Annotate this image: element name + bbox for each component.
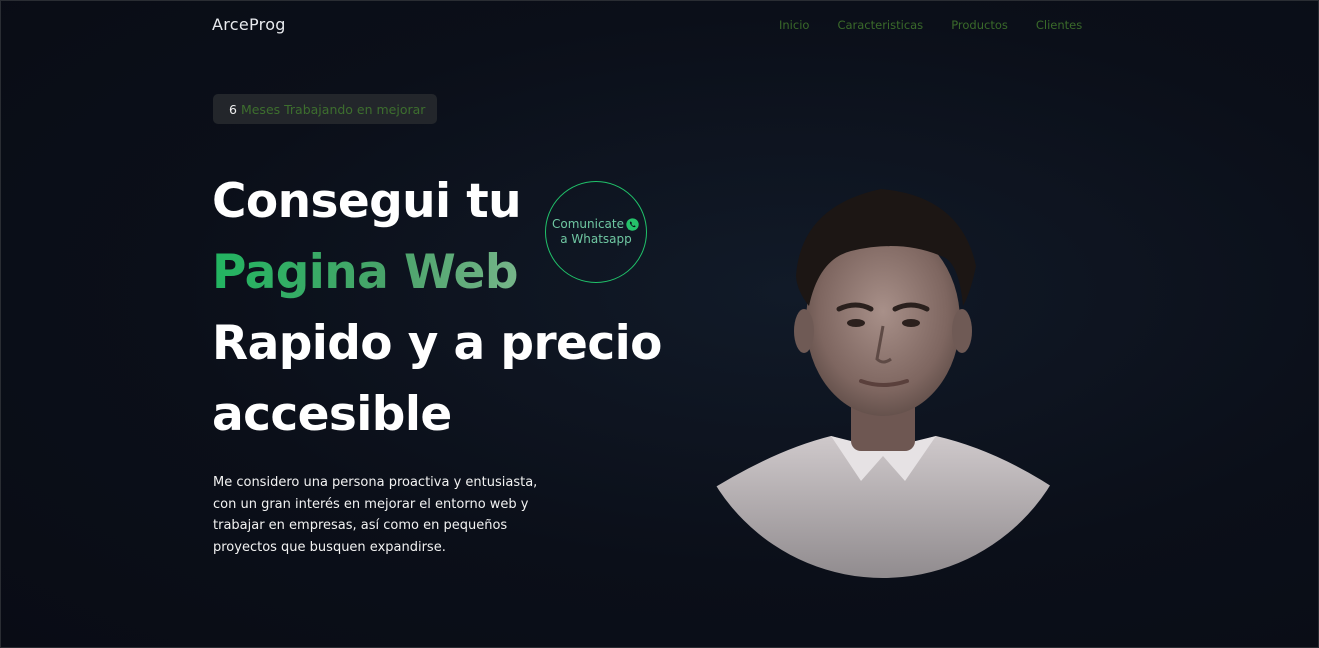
hero-description: Me considero una persona proactiva y ent… [213,475,538,555]
navbar: ArceProg Inicio Caracteristicas Producto… [1,1,1318,49]
whatsapp-button[interactable]: Comunicate a Whatsapp [545,181,647,283]
nav-link-caracteristicas[interactable]: Caracteristicas [837,18,923,32]
nav-menu: Inicio Caracteristicas Productos Cliente… [779,18,1082,32]
badge-number: 6 [229,101,237,117]
nav-link-productos[interactable]: Productos [951,18,1008,32]
whatsapp-icon [626,218,639,231]
headline-line-3: Rapido y a precio [212,316,662,371]
experience-badge: 6 Meses Trabajando en mejorar [213,94,438,124]
brand-logo[interactable]: ArceProg [212,15,286,34]
page: ArceProg Inicio Caracteristicas Producto… [0,0,1319,648]
nav-link-clientes[interactable]: Clientes [1036,18,1082,32]
nav-link-inicio[interactable]: Inicio [779,18,809,32]
badge-text: Meses Trabajando en mejorar [240,101,426,117]
whatsapp-label-2: a Whatsapp [560,232,632,246]
profile-portrait [701,189,1066,578]
whatsapp-button-line-1: Comunicate [552,217,640,232]
whatsapp-label-1: Comunicate [552,217,624,231]
headline-line-4: accesible [212,387,452,442]
